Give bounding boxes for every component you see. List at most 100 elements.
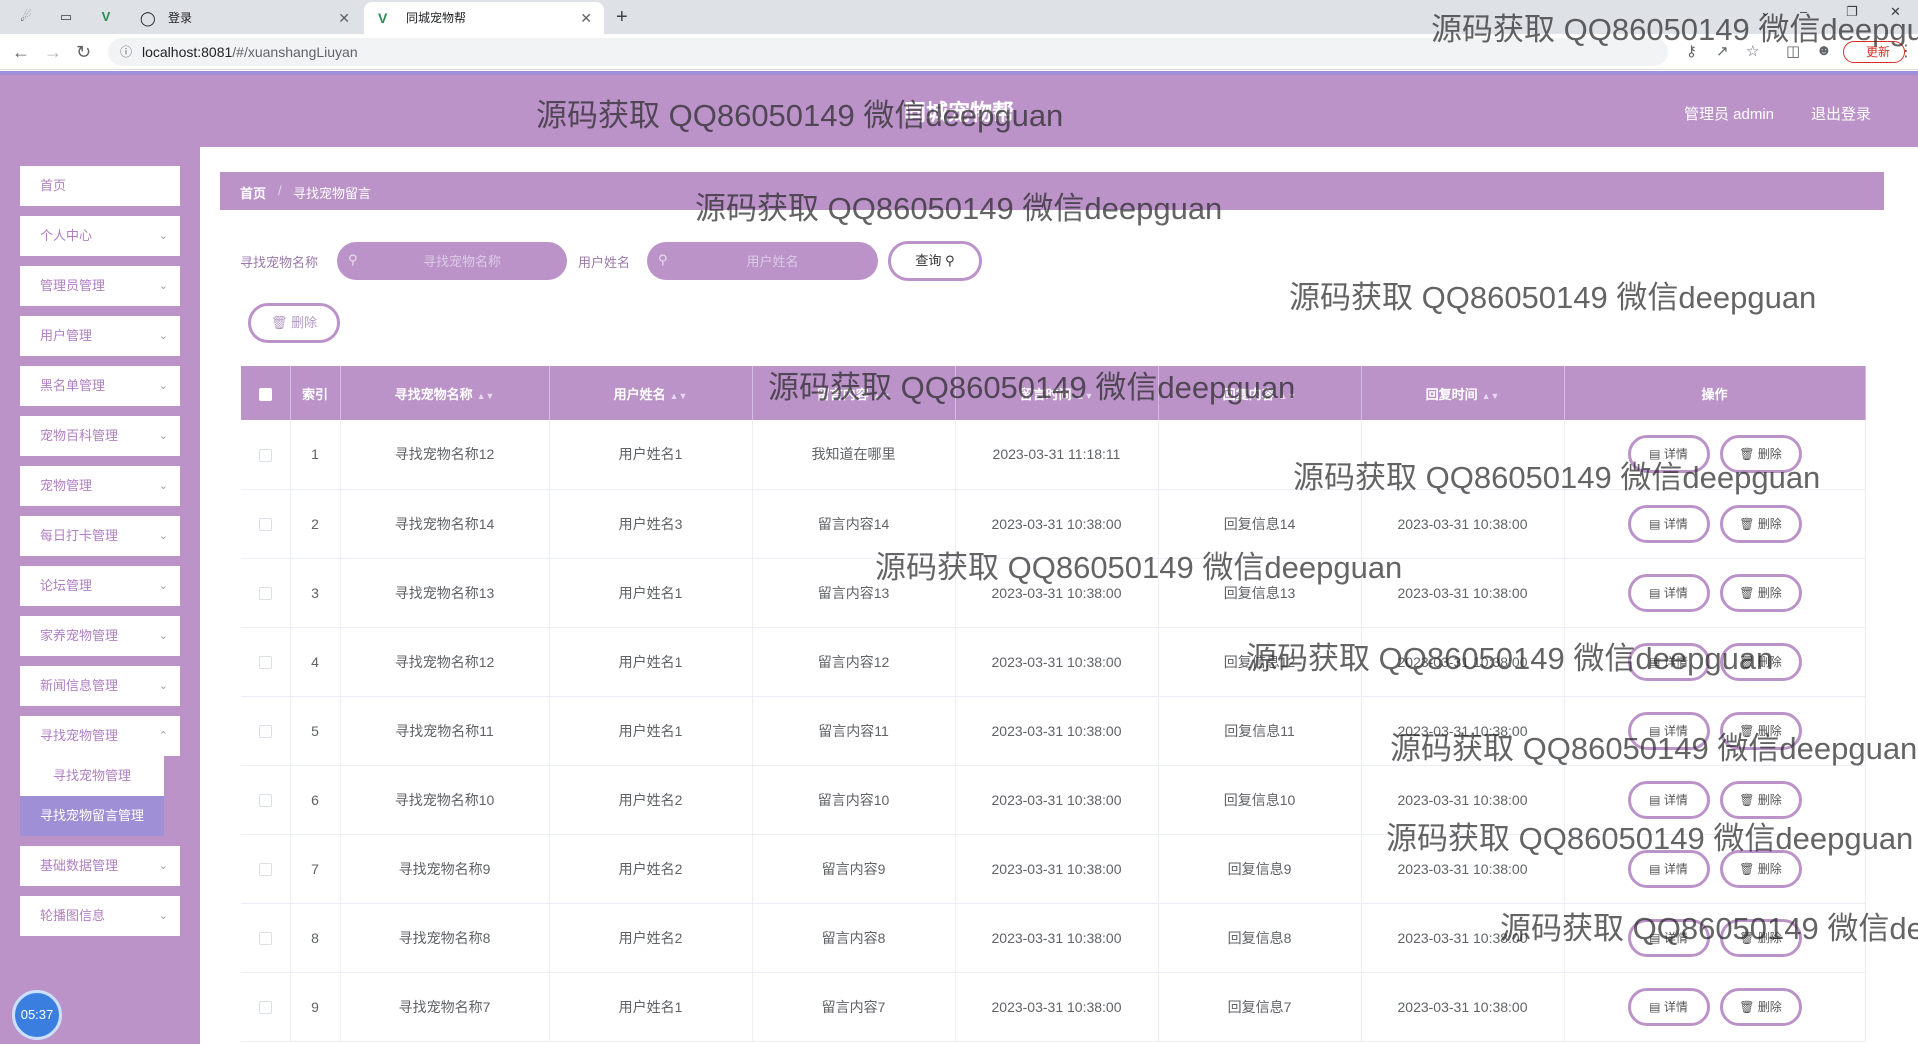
row-select-cell[interactable] bbox=[241, 765, 291, 835]
column-header-reply-time[interactable]: 回复时间 ▲▼ bbox=[1361, 366, 1565, 420]
column-header-reply[interactable]: 回复内容 ▲▼ bbox=[1158, 366, 1362, 420]
delete-button[interactable]: 🗑 删除 bbox=[1719, 987, 1802, 1026]
sidebar-item-pet-wiki[interactable]: 宠物百科管理 ⌄ bbox=[20, 416, 180, 456]
cell-pet-name: 寻找宠物名称7 bbox=[340, 972, 550, 1042]
column-header-pet-name[interactable]: 寻找宠物名称 ▲▼ bbox=[340, 366, 550, 420]
sort-icon[interactable]: ▲▼ bbox=[670, 391, 688, 401]
row-select-cell[interactable] bbox=[241, 696, 291, 766]
sidebar-item-pets[interactable]: 宠物管理 ⌄ bbox=[20, 466, 180, 506]
row-select-cell[interactable] bbox=[241, 834, 291, 904]
sort-icon[interactable]: ▲▼ bbox=[1279, 391, 1297, 401]
info-icon[interactable]: ⓘ bbox=[120, 43, 132, 60]
chevron-down-icon[interactable]: ⌄ bbox=[1760, 4, 1771, 20]
delete-button[interactable]: 🗑 删除 bbox=[1719, 573, 1802, 612]
new-tab-icon[interactable]: + bbox=[616, 4, 628, 30]
select-all-cell[interactable] bbox=[241, 366, 291, 420]
breadcrumb-home[interactable]: 首页 bbox=[240, 183, 266, 202]
delete-button[interactable]: 🗑 删除 bbox=[1719, 780, 1802, 819]
sort-icon[interactable]: ▲▼ bbox=[1076, 391, 1094, 401]
detail-button[interactable]: ▤ 详情 bbox=[1627, 573, 1710, 612]
tab-active[interactable]: V 同城宠物帮 ✕ bbox=[364, 2, 604, 34]
share-icon[interactable]: ↗ bbox=[1716, 42, 1729, 60]
minimize-icon[interactable]: – bbox=[1800, 4, 1807, 19]
row-select-cell[interactable] bbox=[241, 903, 291, 973]
maximize-icon[interactable]: ❐ bbox=[1846, 4, 1858, 20]
reload-icon[interactable]: ↻ bbox=[76, 40, 91, 64]
cell-time: 2023-03-31 11:18:11 bbox=[955, 420, 1159, 490]
sidebar-item-carousel[interactable]: 轮播图信息 ⌄ bbox=[20, 896, 180, 936]
sidebar-item-news[interactable]: 新闻信息管理 ⌄ bbox=[20, 666, 180, 706]
delete-button[interactable]: 🗑 删除 bbox=[1719, 504, 1802, 543]
close-window-icon[interactable]: ✕ bbox=[1890, 4, 1901, 20]
detail-button[interactable]: ▤ 详情 bbox=[1627, 918, 1710, 957]
column-header-user-name[interactable]: 用户姓名 ▲▼ bbox=[549, 366, 753, 420]
select-all-checkbox[interactable] bbox=[258, 387, 272, 401]
close-icon[interactable]: ✕ bbox=[580, 2, 592, 34]
sidebar-subitem-find-pets[interactable]: 寻找宠物管理 bbox=[20, 756, 164, 796]
pinned-tab-icon[interactable]: ▭ bbox=[56, 7, 76, 27]
row-checkbox[interactable] bbox=[258, 794, 272, 808]
side-panel-icon[interactable]: ◫ bbox=[1786, 42, 1800, 60]
back-icon[interactable]: ← bbox=[12, 40, 30, 64]
sidebar-item-checkin[interactable]: 每日打卡管理 ⌄ bbox=[20, 516, 180, 556]
column-header-time[interactable]: 留言时间 ▲▼ bbox=[955, 366, 1159, 420]
sort-icon[interactable]: ▲▼ bbox=[1482, 391, 1500, 401]
sidebar-item-home[interactable]: 首页 bbox=[20, 166, 180, 206]
batch-delete-button[interactable]: 🗑 删除 bbox=[248, 303, 340, 343]
detail-button[interactable]: ▤ 详情 bbox=[1627, 711, 1710, 750]
sort-icon[interactable]: ▲▼ bbox=[477, 391, 495, 401]
url-field[interactable]: ⓘ localhost:8081/#/xuanshangLiuyan bbox=[108, 38, 1668, 66]
sidebar-item-forum[interactable]: 论坛管理 ⌄ bbox=[20, 566, 180, 606]
sidebar-item-users[interactable]: 用户管理 ⌄ bbox=[20, 316, 180, 356]
row-checkbox[interactable] bbox=[258, 656, 272, 670]
detail-button[interactable]: ▤ 详情 bbox=[1627, 780, 1710, 819]
delete-button[interactable]: 🗑 删除 bbox=[1719, 435, 1802, 474]
column-header-content[interactable]: 留言内容 ▲▼ bbox=[752, 366, 956, 420]
detail-button[interactable]: ▤ 详情 bbox=[1627, 642, 1710, 681]
sidebar-item-profile[interactable]: 个人中心 ⌄ bbox=[20, 216, 180, 256]
detail-button[interactable]: ▤ 详情 bbox=[1627, 435, 1710, 474]
pet-name-search-input[interactable] bbox=[337, 242, 567, 280]
update-button[interactable]: 更新 bbox=[1843, 41, 1905, 63]
delete-button[interactable]: 🗑 删除 bbox=[1719, 918, 1802, 957]
row-checkbox[interactable] bbox=[258, 863, 272, 877]
profile-icon[interactable]: ☻ bbox=[1816, 42, 1832, 59]
row-select-cell[interactable] bbox=[241, 627, 291, 697]
row-select-cell[interactable] bbox=[241, 972, 291, 1042]
row-checkbox[interactable] bbox=[258, 449, 272, 463]
delete-button[interactable]: 🗑 删除 bbox=[1719, 711, 1802, 750]
sidebar-item-admins[interactable]: 管理员管理 ⌄ bbox=[20, 266, 180, 306]
update-label: 更新 bbox=[1866, 45, 1891, 59]
star-icon[interactable]: ☆ bbox=[1746, 42, 1759, 60]
key-icon[interactable]: ⚷ bbox=[1686, 42, 1697, 60]
sidebar-item-blacklist[interactable]: 黑名单管理 ⌄ bbox=[20, 366, 180, 406]
more-menu-icon[interactable]: ⋮ bbox=[1898, 41, 1914, 61]
row-checkbox[interactable] bbox=[258, 725, 272, 739]
sidebar-item-base-data[interactable]: 基础数据管理 ⌄ bbox=[20, 846, 180, 886]
row-checkbox[interactable] bbox=[258, 518, 272, 532]
detail-button[interactable]: ▤ 详情 bbox=[1627, 849, 1710, 888]
row-checkbox[interactable] bbox=[258, 1001, 272, 1015]
detail-button[interactable]: ▤ 详情 bbox=[1627, 987, 1710, 1026]
user-name-search-input[interactable] bbox=[647, 242, 878, 280]
delete-button[interactable]: 🗑 删除 bbox=[1719, 642, 1802, 681]
row-select-cell[interactable] bbox=[241, 489, 291, 559]
logout-link[interactable]: 退出登录 bbox=[1811, 103, 1871, 124]
cell-content: 我知道在哪里 bbox=[752, 420, 956, 490]
close-icon[interactable]: ✕ bbox=[338, 2, 350, 34]
row-select-cell[interactable] bbox=[241, 420, 291, 490]
sidebar-subitem-find-pet-messages[interactable]: 寻找宠物留言管理 bbox=[20, 796, 164, 836]
sidebar-item-find-pets[interactable]: 寻找宠物管理 ⌃ bbox=[20, 716, 180, 756]
forward-icon[interactable]: → bbox=[44, 40, 62, 64]
sort-icon[interactable]: ▲▼ bbox=[873, 391, 891, 401]
row-select-cell[interactable] bbox=[241, 558, 291, 628]
vue-tab-icon[interactable]: V bbox=[96, 7, 116, 27]
row-checkbox[interactable] bbox=[258, 587, 272, 601]
row-checkbox[interactable] bbox=[258, 932, 272, 946]
detail-button[interactable]: ▤ 详情 bbox=[1627, 504, 1710, 543]
delete-button[interactable]: 🗑 删除 bbox=[1719, 849, 1802, 888]
sidebar-item-home-pets[interactable]: 家养宠物管理 ⌄ bbox=[20, 616, 180, 656]
query-button[interactable]: 查询 ⚲ bbox=[888, 241, 982, 281]
tab-login[interactable]: ◯ 登录 ✕ bbox=[126, 2, 362, 34]
pinned-tab-icon[interactable]: ☄ bbox=[16, 7, 36, 27]
